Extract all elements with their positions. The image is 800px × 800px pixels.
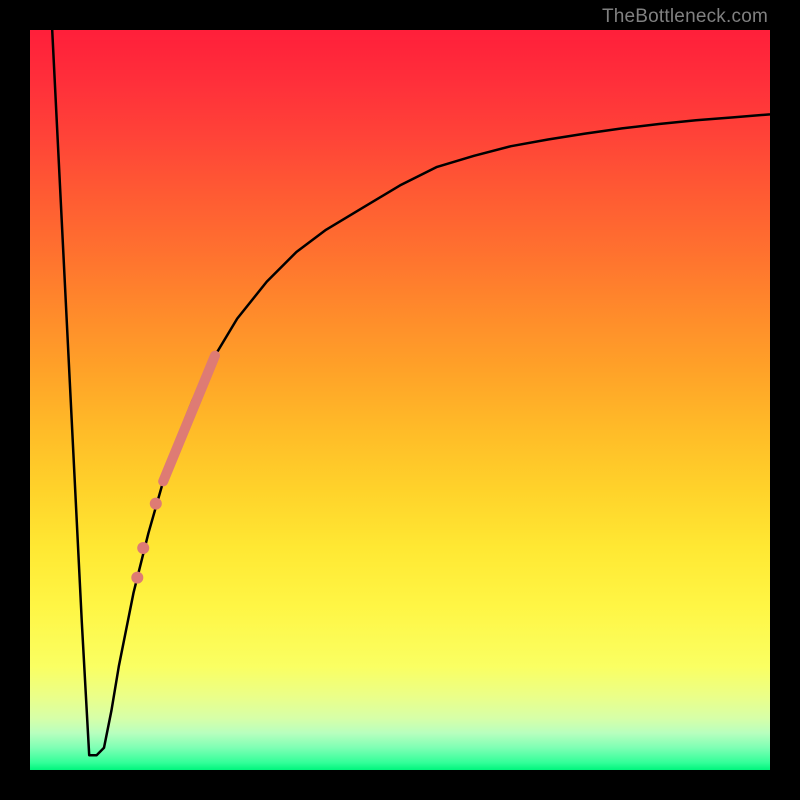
curve-markers <box>131 356 215 584</box>
dot-marker-1 <box>150 498 162 510</box>
chart-svg <box>30 30 770 770</box>
watermark-text: TheBottleneck.com <box>602 6 768 28</box>
dot-marker-3 <box>131 572 143 584</box>
plot-area <box>30 30 770 770</box>
highlight-segment <box>163 356 215 482</box>
bottleneck-curve <box>52 30 770 755</box>
dot-marker-2 <box>137 542 149 554</box>
bottleneck-curve-path <box>52 30 770 755</box>
chart-container: TheBottleneck.com <box>0 0 800 800</box>
